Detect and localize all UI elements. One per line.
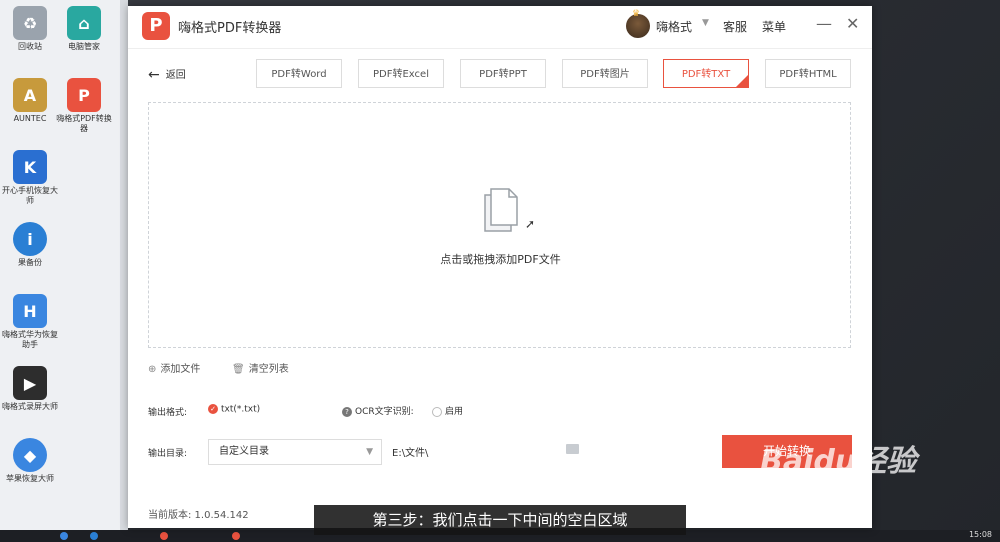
ocr-enable-radio[interactable]: 启用 bbox=[432, 404, 463, 417]
watermark-url: jingyan.baidu.com bbox=[778, 480, 862, 490]
desktop-icon-pc-manager[interactable]: ⌂ 电脑管家 bbox=[56, 6, 112, 52]
file-drop-zone[interactable]: ➚ 点击或拖拽添加PDF文件 bbox=[148, 102, 851, 348]
back-button[interactable]: ← 返回 bbox=[148, 66, 186, 83]
video-subtitle: 第三步：我们点击一下中间的空白区域 bbox=[314, 505, 686, 535]
tab-pdf-to-html[interactable]: PDF转HTML bbox=[765, 59, 851, 88]
desktop-icon-apple-recovery[interactable]: ◆ 苹果恢复大师 bbox=[2, 438, 58, 484]
help-icon[interactable]: ? bbox=[342, 406, 352, 417]
clear-list-button[interactable]: 🗑 清空列表 bbox=[232, 360, 289, 375]
chevron-down-icon: ▼ bbox=[366, 447, 373, 457]
desktop-icon-huawei-recovery[interactable]: H 嗨格式华为恢复助手 bbox=[2, 294, 58, 350]
format-txt-radio[interactable]: ✓ txt(*.txt) bbox=[208, 404, 260, 415]
version-label: 当前版本: 1.0.54.142 bbox=[148, 510, 249, 521]
user-folder-icon: A bbox=[13, 78, 47, 112]
backup-icon: i bbox=[13, 222, 47, 256]
title-bar: P 嗨格式PDF转换器 ♛ 嗨格式 ▼ 客服 菜单 — ✕ bbox=[128, 6, 872, 49]
radio-unchecked-icon bbox=[432, 406, 442, 417]
taskbar-app-icon[interactable] bbox=[160, 532, 168, 540]
ocr-option-label: 启用 bbox=[445, 407, 464, 417]
apple-recovery-icon: ◆ bbox=[13, 438, 47, 472]
baidu-watermark: Baidu经验 jingyan.baidu.com bbox=[760, 436, 916, 490]
output-dir-label: 输出目录: bbox=[148, 449, 188, 459]
phone-recovery-icon: K bbox=[13, 150, 47, 184]
recycle-bin-icon: ♻ bbox=[13, 6, 47, 40]
desktop-divider bbox=[120, 0, 128, 530]
output-dir-value: 自定义目录 bbox=[219, 446, 269, 457]
check-icon: ✓ bbox=[741, 68, 747, 76]
output-format-label: 输出格式: bbox=[148, 408, 188, 418]
app-title: 嗨格式PDF转换器 bbox=[178, 21, 282, 36]
desktop-icon-phone-recovery[interactable]: K 开心手机恢复大师 bbox=[2, 150, 58, 206]
drop-zone-text: 点击或拖拽添加PDF文件 bbox=[440, 253, 561, 266]
menu-link[interactable]: 菜单 bbox=[762, 18, 786, 35]
taskbar-app-icon[interactable] bbox=[60, 532, 68, 540]
ocr-label: ? OCR文字识别: bbox=[342, 404, 414, 417]
pc-manager-icon: ⌂ bbox=[67, 6, 101, 40]
tab-pdf-to-txt[interactable]: PDF转TXT ✓ bbox=[663, 59, 749, 88]
output-dir-select[interactable]: 自定义目录 ▼ bbox=[208, 439, 382, 465]
document-icon bbox=[484, 188, 518, 232]
arrow-left-icon: ← bbox=[148, 67, 160, 83]
tab-pdf-to-word[interactable]: PDF转Word bbox=[256, 59, 342, 88]
watermark-logo: Baidu经验 bbox=[760, 444, 917, 479]
format-value: txt(*.txt) bbox=[221, 404, 261, 415]
close-button[interactable]: ✕ bbox=[846, 14, 859, 33]
screen-recorder-icon: ▶ bbox=[13, 366, 47, 400]
desktop-icon-label: 苹果恢复大师 bbox=[6, 474, 54, 483]
tab-label: PDF转TXT bbox=[681, 69, 731, 80]
huawei-recovery-icon: H bbox=[13, 294, 47, 328]
desktop-icon-label: 电脑管家 bbox=[68, 42, 100, 51]
ocr-label-text: OCR文字识别: bbox=[355, 407, 414, 417]
desktop-icon-label: 果备份 bbox=[18, 258, 42, 267]
add-file-label: 添加文件 bbox=[160, 364, 201, 375]
tab-pdf-to-image[interactable]: PDF转图片 bbox=[562, 59, 648, 88]
clear-list-label: 清空列表 bbox=[248, 364, 289, 375]
output-path: E:\文件\ bbox=[392, 448, 429, 459]
plus-circle-icon: ⊕ bbox=[148, 364, 157, 375]
desktop-icon-label: 回收站 bbox=[18, 42, 42, 51]
customer-service-link[interactable]: 客服 bbox=[723, 18, 747, 35]
username[interactable]: 嗨格式 bbox=[656, 18, 692, 35]
tab-pdf-to-excel[interactable]: PDF转Excel bbox=[358, 59, 444, 88]
pdf-converter-icon: P bbox=[67, 78, 101, 112]
desktop-icon-screen-recorder[interactable]: ▶ 嗨格式录屏大师 bbox=[2, 366, 58, 412]
tab-pdf-to-ppt[interactable]: PDF转PPT bbox=[460, 59, 546, 88]
desktop-icon-label: 嗨格式华为恢复助手 bbox=[2, 330, 58, 349]
desktop-icon-auntec[interactable]: A AUNTEC bbox=[2, 78, 58, 124]
add-file-button[interactable]: ⊕ 添加文件 bbox=[148, 360, 200, 375]
radio-checked-icon: ✓ bbox=[208, 404, 218, 414]
taskbar-app-icon[interactable] bbox=[90, 532, 98, 540]
desktop-icon-recycle-bin[interactable]: ♻ 回收站 bbox=[2, 6, 58, 52]
user-dropdown-icon[interactable]: ▼ bbox=[702, 18, 709, 28]
trash-icon: 🗑 bbox=[232, 364, 245, 375]
crown-icon: ♛ bbox=[632, 9, 641, 19]
taskbar-pdf-icon[interactable] bbox=[232, 532, 240, 540]
app-logo-icon: P bbox=[142, 12, 170, 40]
desktop-icon-pdf-converter[interactable]: P 嗨格式PDF转换器 bbox=[56, 78, 112, 134]
mouse-cursor-icon: ➚ bbox=[525, 217, 536, 231]
taskbar-clock: 15:08 bbox=[968, 530, 992, 539]
minimize-button[interactable]: — bbox=[816, 14, 832, 33]
desktop-icon-label: 嗨格式录屏大师 bbox=[2, 402, 58, 411]
desktop-icon-label: 开心手机恢复大师 bbox=[2, 186, 58, 205]
desktop-icon-backup[interactable]: i 果备份 bbox=[2, 222, 58, 268]
desktop-icon-label: AUNTEC bbox=[13, 114, 47, 123]
desktop-icon-label: 嗨格式PDF转换器 bbox=[56, 114, 112, 133]
back-label: 返回 bbox=[165, 70, 186, 81]
folder-icon[interactable] bbox=[566, 444, 579, 454]
